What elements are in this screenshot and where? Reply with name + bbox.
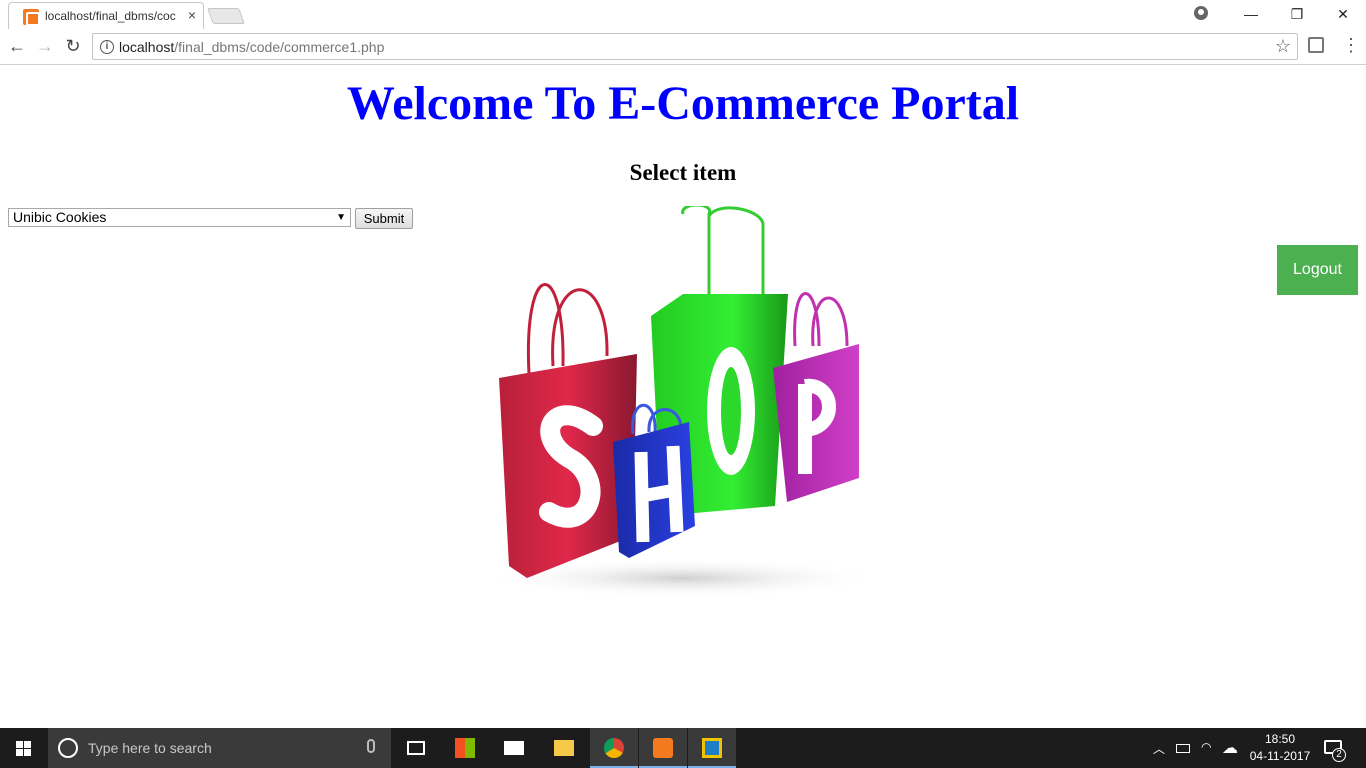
restore-button[interactable]: ❐ [1274, 0, 1320, 29]
minimize-button[interactable]: — [1228, 0, 1274, 29]
windows-taskbar: Type here to search ︿ ◠ ☁ 18:50 04-11-20… [0, 728, 1366, 768]
bookmark-star-icon[interactable]: ☆ [1275, 36, 1291, 57]
clock-time[interactable]: 18:50 [1262, 732, 1298, 746]
windows-start-icon[interactable] [0, 728, 48, 768]
wifi-icon[interactable]: ◠ [1201, 740, 1211, 754]
task-view-icon[interactable] [392, 728, 440, 768]
show-hidden-icons-chevron-icon[interactable]: ︿ [1153, 740, 1165, 757]
address-bar[interactable]: i localhost/final_dbms/code/commerce1.ph… [92, 33, 1298, 60]
xampp-icon[interactable] [639, 728, 687, 768]
new-tab-button[interactable] [207, 8, 245, 24]
virtualbox-icon[interactable] [688, 728, 736, 768]
submit-button[interactable]: Submit [355, 208, 413, 229]
microphone-icon[interactable] [367, 739, 375, 753]
tab-close-icon[interactable]: × [185, 7, 199, 23]
search-placeholder: Type here to search [88, 740, 212, 756]
shop-bags-image [483, 206, 883, 597]
reload-icon[interactable]: ↻ [62, 35, 84, 57]
onedrive-cloud-icon[interactable]: ☁ [1222, 738, 1238, 758]
tab-title: localhost/final_dbms/coc [45, 9, 176, 23]
info-icon[interactable]: i [100, 40, 114, 54]
taskbar-search-input[interactable]: Type here to search [48, 728, 391, 768]
forward-arrow-icon[interactable]: → [34, 35, 56, 57]
battery-icon[interactable] [1176, 744, 1190, 753]
account-icon[interactable] [1194, 6, 1208, 20]
store-icon[interactable] [441, 728, 489, 768]
select-item-heading: Select item [629, 160, 737, 185]
notification-count-badge: 2 [1332, 748, 1346, 762]
back-arrow-icon[interactable]: ← [6, 35, 28, 57]
chrome-menu-icon[interactable]: ⋮ [1342, 36, 1360, 54]
page-title: Welcome To E-Commerce Portal [346, 77, 1020, 130]
close-window-button[interactable]: ✕ [1320, 0, 1366, 29]
page-content: Welcome To E-Commerce Portal Select item… [0, 66, 1366, 728]
url-text: localhost/final_dbms/code/commerce1.php [119, 39, 385, 55]
browser-titlebar: localhost/final_dbms/coc × — ❐ ✕ [0, 0, 1366, 30]
chevron-down-icon: ▼ [336, 212, 346, 223]
extension-icon[interactable] [1308, 37, 1324, 53]
cortana-icon[interactable] [58, 738, 78, 758]
xampp-favicon-icon [23, 9, 40, 26]
clock-date[interactable]: 04-11-2017 [1247, 749, 1313, 763]
browser-toolbar: ← → ↻ i localhost/final_dbms/code/commer… [0, 29, 1366, 65]
chrome-icon[interactable] [590, 728, 638, 768]
browser-tab[interactable]: localhost/final_dbms/coc × [8, 2, 204, 30]
mail-icon[interactable] [490, 728, 538, 768]
logout-button[interactable]: Logout [1277, 245, 1358, 295]
item-select-value: Unibic Cookies [13, 209, 107, 225]
item-select[interactable]: Unibic Cookies ▼ [8, 208, 351, 227]
file-explorer-icon[interactable] [540, 728, 588, 768]
